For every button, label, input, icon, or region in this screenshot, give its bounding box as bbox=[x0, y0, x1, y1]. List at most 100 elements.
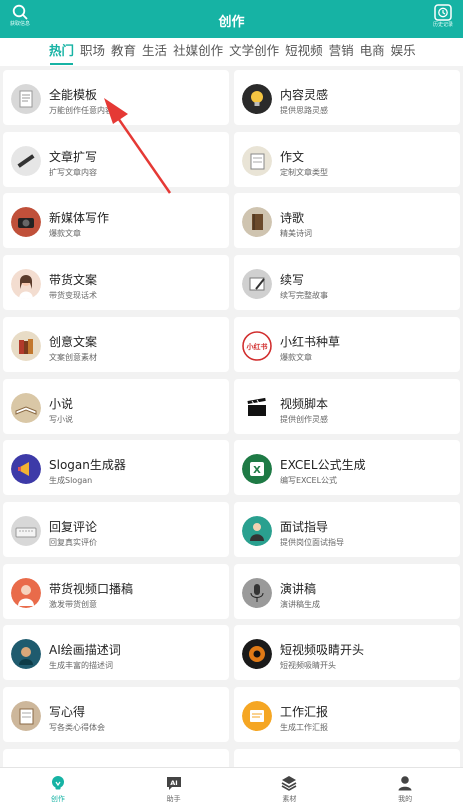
template-card[interactable]: 全能模板 万能创作任意内容 bbox=[3, 70, 229, 125]
woman-avatar-icon bbox=[11, 269, 41, 300]
tab-hot[interactable]: 热门 bbox=[49, 38, 74, 66]
tab-literature[interactable]: 文学创作 bbox=[229, 38, 279, 66]
card-description: 生成工作汇报 bbox=[280, 723, 328, 732]
template-card[interactable]: 面试指导 提供岗位面试指导 bbox=[234, 501, 460, 557]
nav-mine[interactable]: 我的 bbox=[347, 768, 463, 810]
nav-assistant[interactable]: AI 助手 bbox=[116, 768, 232, 810]
nav-assistant-label: 助手 bbox=[166, 795, 181, 803]
tab-life[interactable]: 生活 bbox=[142, 38, 167, 66]
card-description: 提供创作灵感 bbox=[280, 414, 328, 424]
template-card[interactable]: 短视频吸睛开头 短视频吸睛开头 bbox=[234, 625, 460, 681]
template-card[interactable]: Slogan生成器 生成Slogan bbox=[3, 440, 229, 496]
notebook-icon bbox=[242, 145, 272, 176]
lightbulb-icon bbox=[242, 84, 272, 114]
excel-icon: X bbox=[242, 454, 272, 485]
card-description: 爆款文章 bbox=[49, 229, 81, 239]
history-button[interactable]: 历史记录 bbox=[423, 4, 463, 36]
card-title: 面试指导 bbox=[280, 519, 329, 534]
card-title: 带货视频口播稿 bbox=[49, 581, 134, 596]
interview-person-icon bbox=[242, 515, 272, 546]
eye-icon bbox=[242, 639, 272, 670]
card-title: AI绘画描述词 bbox=[49, 643, 121, 658]
template-card[interactable]: 文章扩写扩写文章内容 bbox=[3, 131, 229, 187]
nav-create[interactable]: 创作 bbox=[0, 768, 116, 810]
card-title: 写心得 bbox=[49, 705, 86, 719]
tab-workplace[interactable]: 职场 bbox=[80, 38, 105, 66]
card-description: 演讲稿生成 bbox=[280, 599, 320, 609]
template-card[interactable]: 作文 定制文章类型 bbox=[234, 131, 460, 187]
card-title: 创意文案 bbox=[49, 334, 98, 349]
ai-chat-icon: AI bbox=[166, 777, 181, 790]
template-card[interactable]: 演讲稿 演讲稿生成 bbox=[234, 563, 460, 619]
tab-education[interactable]: 教育 bbox=[111, 38, 136, 66]
tab-social-media[interactable]: 社媒创作 bbox=[173, 38, 223, 66]
template-card[interactable]: AI绘画描述词 生成丰富的描述词 bbox=[3, 625, 229, 681]
camera-icon bbox=[11, 207, 41, 238]
card-description: 带货变现话术 bbox=[49, 291, 97, 301]
card-description: 提供思路灵感 bbox=[280, 106, 328, 115]
card-description: 编写EXCEL公式 bbox=[280, 476, 338, 486]
card-description: 写各类心得体会 bbox=[49, 723, 105, 732]
card-description: 万能创作任意内容 bbox=[49, 106, 113, 115]
template-card[interactable]: 带货文案带货变现话术 bbox=[3, 255, 229, 311]
template-card[interactable]: 工作汇报生成工作汇报 bbox=[234, 687, 460, 742]
card-description: 回复真实评价 bbox=[49, 537, 97, 547]
card-title: 内容灵感 bbox=[280, 88, 329, 102]
history-label: 历史记录 bbox=[432, 22, 453, 28]
report-board-icon bbox=[242, 701, 272, 731]
top-bar: 获取信息 创作 历史记录 bbox=[0, 0, 463, 38]
page-title: 创作 bbox=[218, 15, 245, 30]
category-tabs: 热门 职场 教育 生活 社媒创作 文学创作 短视频 营销 电商 娱乐 bbox=[0, 38, 463, 66]
tab-ecommerce[interactable]: 电商 bbox=[360, 38, 385, 66]
bottom-nav: 创作 AI 助手 素材 我的 bbox=[0, 767, 463, 810]
card-title: 带货文案 bbox=[49, 273, 98, 288]
card-title: 文章扩写 bbox=[49, 149, 98, 164]
card-title: 续写 bbox=[280, 273, 305, 288]
journal-icon bbox=[11, 701, 41, 731]
template-card[interactable]: 小红书 小红书种草 爆款文章 bbox=[234, 316, 460, 372]
nav-mine-label: 我的 bbox=[398, 795, 413, 803]
paper-note-icon bbox=[11, 84, 41, 114]
template-card[interactable]: 创意文案文案创意素材 bbox=[3, 316, 229, 372]
card-title: 小说 bbox=[49, 396, 74, 411]
template-card[interactable]: 写心得写各类心得体会 bbox=[3, 687, 229, 742]
history-icon bbox=[434, 4, 452, 21]
book-icon bbox=[242, 207, 272, 238]
pencil-icon bbox=[11, 145, 41, 176]
xiaohongshu-stamp-icon: 小红书 bbox=[242, 330, 272, 361]
painting-icon bbox=[11, 639, 41, 670]
nav-materials[interactable]: 素材 bbox=[232, 768, 348, 810]
card-title: Slogan生成器 bbox=[49, 458, 126, 473]
card-description: 精美诗词 bbox=[280, 229, 312, 239]
template-card[interactable]: 诗歌 精美诗词 bbox=[234, 193, 460, 249]
card-title: 诗歌 bbox=[280, 211, 305, 226]
megaphone-icon bbox=[11, 454, 41, 485]
template-card[interactable]: 内容灵感提供思路灵感 bbox=[234, 70, 460, 125]
tab-entertainment[interactable]: 娱乐 bbox=[391, 38, 416, 66]
card-description: 文案创意素材 bbox=[49, 352, 97, 362]
keyboard-icon bbox=[11, 515, 41, 546]
template-card[interactable]: 视频脚本提供创作灵感 bbox=[234, 378, 460, 434]
card-description: 爆款文章 bbox=[280, 352, 312, 362]
template-card[interactable]: 带货视频口播稿 激发带货创意 bbox=[3, 563, 229, 619]
tab-marketing[interactable]: 营销 bbox=[329, 38, 354, 66]
card-description: 续写完整故事 bbox=[280, 291, 328, 301]
icon-text: 小红书 bbox=[246, 342, 268, 351]
template-card[interactable]: 续写 续写完整故事 bbox=[234, 255, 460, 311]
template-card[interactable]: 小说 写小说 bbox=[3, 378, 229, 434]
card-title: 视频脚本 bbox=[280, 396, 329, 411]
template-card[interactable]: X EXCEL公式生成 编写EXCEL公式 bbox=[234, 440, 460, 496]
layers-icon bbox=[281, 776, 297, 791]
card-description: 扩写文章内容 bbox=[49, 167, 97, 177]
livestream-icon bbox=[11, 577, 41, 608]
nav-create-label: 创作 bbox=[50, 795, 65, 803]
card-description: 写小说 bbox=[49, 414, 73, 424]
card-title: 工作汇报 bbox=[280, 705, 329, 719]
template-card[interactable]: 新媒体写作 爆款文章 bbox=[3, 193, 229, 249]
card-title: 短视频吸睛开头 bbox=[280, 643, 365, 658]
card-title: 新媒体写作 bbox=[49, 211, 110, 226]
bulb-create-icon bbox=[51, 776, 64, 790]
tab-short-video[interactable]: 短视频 bbox=[285, 38, 323, 66]
open-book-icon bbox=[11, 392, 41, 423]
template-card[interactable]: 回复评论 回复真实评价 bbox=[3, 501, 229, 557]
